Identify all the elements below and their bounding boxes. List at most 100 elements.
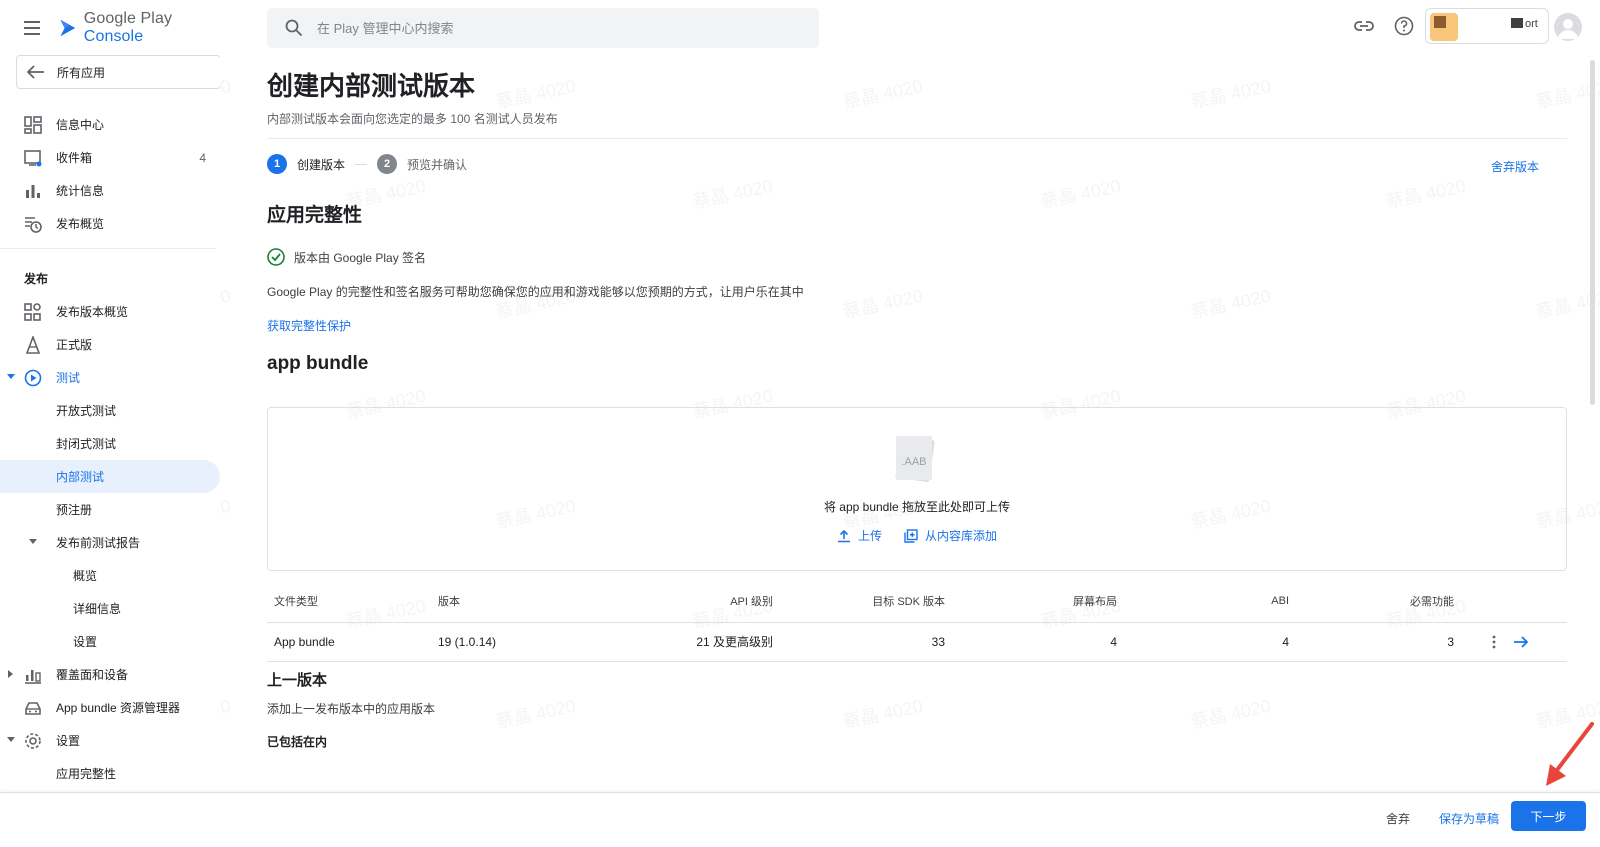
sidebar-item-closed-testing[interactable]: 封闭式测试: [0, 427, 220, 460]
developer-account-avatar: [1430, 13, 1458, 41]
step-2-number: 2: [377, 154, 398, 174]
integrity-description: Google Play 的完整性和签名服务可帮助您确保您的应用和游戏能够以您预期…: [267, 285, 804, 299]
menu-icon[interactable]: [24, 21, 41, 35]
sidebar-item-statistics[interactable]: 统计信息: [0, 174, 220, 207]
all-apps-label: 所有应用: [57, 65, 106, 80]
search-icon: [285, 19, 303, 37]
discard-button[interactable]: 舍弃: [1386, 810, 1410, 827]
sidebar-item-label: 详细信息: [73, 602, 122, 616]
scrollbar[interactable]: [1590, 60, 1595, 405]
sidebar-item-report-overview[interactable]: 概览: [0, 559, 220, 592]
upload-icon: [837, 529, 850, 542]
sidebar-item-open-testing[interactable]: 开放式测试: [0, 394, 220, 427]
chevron-down-icon[interactable]: [7, 737, 15, 742]
save-draft-button[interactable]: 保存为草稿: [1439, 810, 1499, 827]
watermark-text: 蔡晶 4020: [493, 692, 578, 734]
inbox-count-badge: 4: [199, 150, 206, 165]
account-switcher[interactable]: ort: [1425, 8, 1549, 44]
sidebar-item-label: 统计信息: [56, 184, 105, 198]
sidebar-item-reach-and-devices[interactable]: 覆盖面和设备: [0, 658, 220, 691]
sidebar-item-label: 覆盖面和设备: [56, 668, 129, 682]
search-bar: [267, 8, 819, 48]
sidebar-item-report-settings[interactable]: 设置: [0, 625, 220, 658]
app-bundle-heading: app bundle: [267, 353, 369, 374]
help-icon[interactable]: [1394, 16, 1414, 36]
cell-version: 19 (1.0.14): [438, 622, 588, 662]
arrow-forward-icon[interactable]: [1513, 634, 1529, 650]
upload-button[interactable]: 上传: [837, 527, 882, 544]
add-from-library-label: 从内容库添加: [925, 529, 998, 543]
sidebar-item-label: 信息中心: [56, 118, 105, 132]
next-button[interactable]: 下一步: [1511, 801, 1586, 831]
sidebar-item-label: 测试: [56, 371, 81, 385]
sidebar-item-production[interactable]: 正式版: [0, 328, 220, 361]
cell-required-features: 3: [1289, 622, 1454, 662]
sidebar-item-app-bundle-explorer[interactable]: App bundle 资源管理器: [0, 691, 220, 724]
get-integrity-protection-link[interactable]: 获取完整性保护: [267, 317, 351, 334]
discard-release-link[interactable]: 舍弃版本: [1491, 158, 1539, 175]
watermark-text: 蔡晶 4020: [1188, 72, 1273, 114]
sidebar-item-label: 正式版: [56, 338, 93, 352]
signed-text: 版本由 Google Play 签名: [294, 250, 427, 265]
cell-api-level: 21 及更高级别: [588, 622, 773, 662]
col-file-type: 文件类型: [267, 580, 438, 623]
table-row[interactable]: App bundle 19 (1.0.14) 21 及更高级别 33 4 4 3: [267, 622, 1567, 662]
sidebar-item-label: 发布版本概览: [56, 305, 129, 319]
sidebar-item-internal-testing[interactable]: 内部测试: [0, 460, 220, 493]
chevron-right-icon[interactable]: [8, 670, 13, 678]
page-title: 创建内部测试版本: [267, 71, 476, 101]
link-icon[interactable]: [1354, 16, 1374, 36]
upload-label: 上传: [857, 529, 882, 543]
included-label: 已包括在内: [267, 735, 328, 749]
sidebar-item-testing[interactable]: 测试: [0, 361, 220, 394]
all-apps-button[interactable]: 所有应用: [16, 55, 220, 89]
sidebar-item-pre-launch-report[interactable]: 发布前测试报告: [0, 526, 220, 559]
publishing-overview-icon: [25, 217, 42, 233]
previous-releases-subtitle: 添加上一发布版本中的应用版本: [267, 702, 436, 716]
step-2-label[interactable]: 预览并确认: [407, 156, 467, 173]
watermark-text: 蔡晶 4020: [493, 72, 578, 114]
add-from-library-button[interactable]: 从内容库添加: [904, 527, 997, 544]
sidebar-item-report-details[interactable]: 详细信息: [0, 592, 220, 625]
step-1-label[interactable]: 创建版本: [297, 156, 345, 173]
sidebar-item-app-integrity[interactable]: 应用完整性: [0, 757, 220, 790]
check-circle-icon: [267, 248, 285, 266]
col-required-features: 必需功能: [1289, 580, 1454, 623]
col-api-level: API 级别: [588, 580, 773, 623]
sidebar-item-publishing-overview[interactable]: 发布概览: [0, 207, 220, 240]
sidebar-item-label: 发布概览: [56, 217, 105, 231]
watermark-text: 蔡晶 4020: [1188, 692, 1273, 734]
sidebar-item-label: 预注册: [56, 503, 93, 517]
testing-icon: [24, 369, 42, 387]
arrow-back-icon: [27, 65, 44, 79]
annotation-arrow-icon: [1546, 722, 1594, 786]
cell-file-type: App bundle: [267, 622, 438, 662]
stats-icon: [26, 185, 40, 198]
previous-releases-heading: 上一版本: [267, 672, 328, 689]
cell-target-sdk: 33: [773, 622, 945, 662]
sidebar-item-pre-registration[interactable]: 预注册: [0, 493, 220, 526]
watermark-text: 蔡晶 4020: [840, 692, 925, 734]
chevron-down-icon[interactable]: [7, 374, 15, 379]
sidebar-section-release: 发布: [24, 271, 49, 286]
search-input[interactable]: [317, 20, 797, 36]
col-target-sdk: 目标 SDK 版本: [773, 580, 945, 623]
sidebar-item-inbox[interactable]: 收件箱 4: [0, 141, 220, 174]
account-mark: [1511, 18, 1523, 28]
sidebar-item-label: 收件箱: [56, 151, 93, 165]
sidebar-item-label: 应用完整性: [56, 767, 117, 781]
sidebar-nav: 信息中心 收件箱 4 统计信息 发布概览 发布 发布版本概览 正式版 测试 开放…: [0, 108, 220, 790]
app-bundle-dropzone[interactable]: .AAB 将 app bundle 拖放至此处即可上传 上传 从内容库添加: [267, 407, 1567, 571]
sidebar-item-releases-overview[interactable]: 发布版本概览: [0, 295, 220, 328]
avatar[interactable]: [1554, 13, 1582, 41]
sidebar-item-settings[interactable]: 设置: [0, 724, 220, 757]
brand-name[interactable]: Google Play Console: [84, 10, 220, 46]
watermark-text: 蔡晶 4020: [1383, 172, 1468, 214]
sidebar-item-label: 封闭式测试: [56, 437, 117, 451]
google-play-console-logo-icon: [60, 19, 76, 37]
chevron-down-icon[interactable]: [29, 539, 37, 544]
sidebar-item-dashboard[interactable]: 信息中心: [0, 108, 220, 141]
more-vert-icon[interactable]: [1486, 634, 1502, 650]
col-screen-layouts: 屏幕布局: [945, 580, 1117, 623]
watermark-text: 蔡晶 4020: [1038, 172, 1123, 214]
